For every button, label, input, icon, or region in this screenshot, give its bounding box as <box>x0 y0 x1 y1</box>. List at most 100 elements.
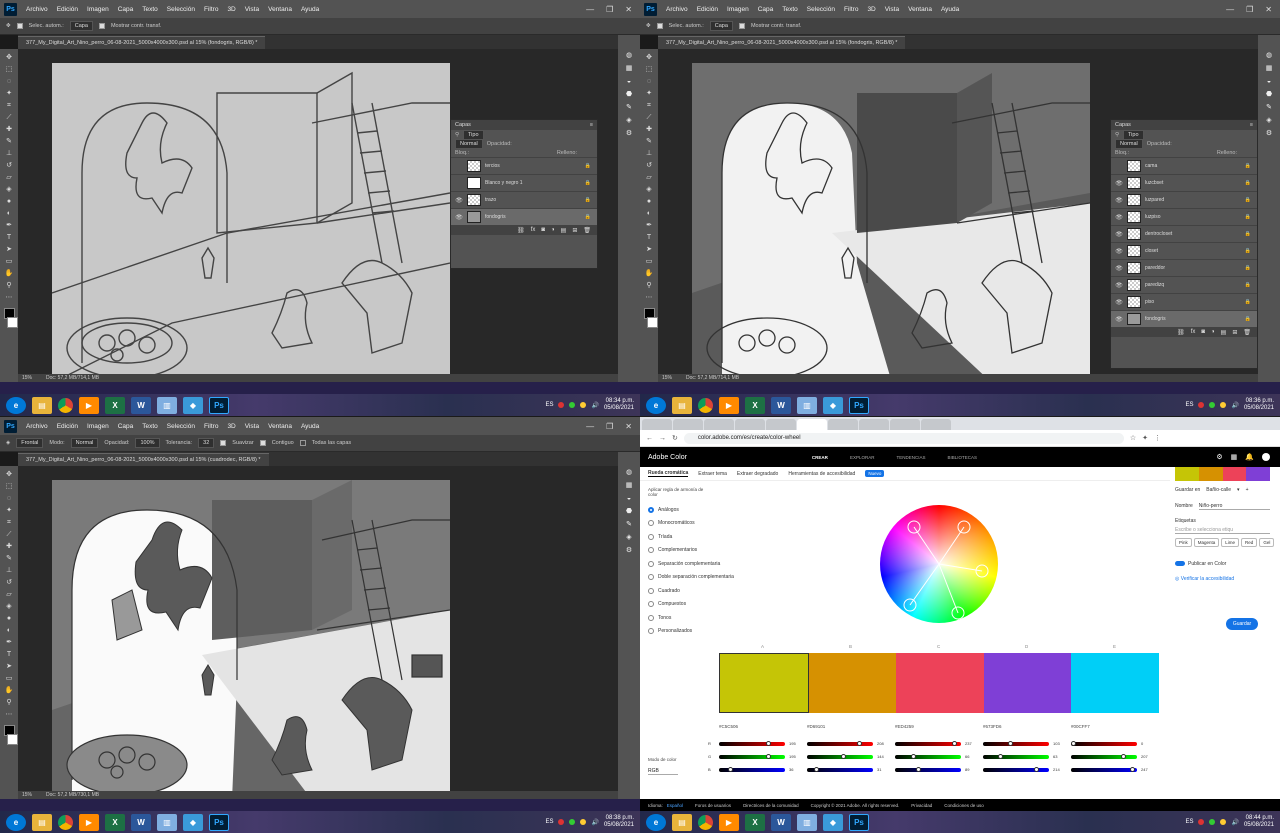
app-icon[interactable]: ◆ <box>823 813 843 831</box>
radio-button[interactable] <box>648 533 654 540</box>
media-icon[interactable]: ▶ <box>79 396 99 414</box>
slider-knob[interactable] <box>1034 767 1040 772</box>
lasso-icon[interactable]: ◌ <box>5 494 14 503</box>
transform-checkbox[interactable] <box>98 23 105 29</box>
menu-imagen[interactable]: Imagen <box>87 423 109 430</box>
site-name[interactable]: Adobe Color <box>648 454 687 461</box>
nav-tendencias[interactable]: TENDENCIAS <box>896 455 925 460</box>
eye-icon[interactable]: 👁 <box>1115 248 1123 255</box>
shape-icon[interactable]: ▭ <box>645 257 654 266</box>
settings-icon[interactable]: ⚙ <box>1216 453 1222 461</box>
avatar[interactable] <box>1262 453 1270 461</box>
slider-knob[interactable] <box>841 754 847 759</box>
folder-icon[interactable]: ▤ <box>1221 329 1227 336</box>
browser-tab[interactable] <box>642 419 672 430</box>
slider-knob[interactable] <box>814 767 820 772</box>
maximize-icon[interactable]: ❐ <box>606 5 613 14</box>
folder-icon[interactable]: ▤ <box>561 227 567 234</box>
tag-chip[interactable]: Lime <box>1221 538 1240 547</box>
mask-icon[interactable]: ◙ <box>1201 329 1205 335</box>
wand-icon[interactable]: ✦ <box>5 506 14 515</box>
dodge-icon[interactable]: ◐ <box>5 209 14 218</box>
menu-3d[interactable]: 3D <box>227 6 235 13</box>
move-icon[interactable]: ✥ <box>5 53 14 62</box>
dodge-icon[interactable]: ◐ <box>5 626 14 635</box>
hex-value[interactable]: #ED4259 <box>895 724 914 729</box>
brushes-panel-icon[interactable]: ✎ <box>625 103 634 112</box>
radio-button[interactable] <box>648 547 654 554</box>
footer-terms[interactable]: Condiciones de uso <box>944 803 984 808</box>
radio-button[interactable] <box>648 520 654 527</box>
color-panel-icon[interactable]: ◍ <box>625 51 634 60</box>
adjustment-icon[interactable]: ◑ <box>1211 329 1215 335</box>
wand-icon[interactable]: ✦ <box>645 89 654 98</box>
document-tab[interactable]: 377_My_Digital_Art_Nino_perro_06-08-2021… <box>658 36 906 49</box>
media-icon[interactable]: ▶ <box>719 396 739 414</box>
zoom-icon[interactable]: ⚲ <box>5 281 14 290</box>
tag-chip[interactable]: Red <box>1241 538 1258 547</box>
all-layers-checkbox[interactable] <box>299 440 306 446</box>
nav-explorar[interactable]: EXPLORAR <box>850 455 875 460</box>
rgb-slider[interactable] <box>807 754 873 759</box>
canvas[interactable] <box>52 480 450 800</box>
menu-edicion[interactable]: Edición <box>57 423 78 430</box>
slider-knob[interactable] <box>1130 767 1136 772</box>
close-icon[interactable]: ✕ <box>1265 5 1272 14</box>
explorer-icon[interactable]: ▤ <box>32 813 52 831</box>
radio-button[interactable] <box>648 628 654 635</box>
menu-archivo[interactable]: Archivo <box>26 423 48 430</box>
harmony-option[interactable]: Doble separación complementaria <box>648 571 738 585</box>
background-color[interactable] <box>6 734 18 745</box>
eyedropper-icon[interactable]: ⟋ <box>645 113 654 122</box>
color-wheel[interactable] <box>880 505 998 623</box>
menu-vista[interactable]: Vista <box>245 6 259 13</box>
eye-icon[interactable]: 👁 <box>1115 231 1123 238</box>
hand-icon[interactable]: ✋ <box>5 686 14 695</box>
word-icon[interactable]: W <box>771 396 791 414</box>
brush-icon[interactable]: ✎ <box>5 137 14 146</box>
nav-crear[interactable]: CREAR <box>812 455 828 460</box>
harmony-option[interactable]: Tríada <box>648 530 738 544</box>
maximize-icon[interactable]: ❐ <box>1246 5 1253 14</box>
tag-chip[interactable]: Magenta <box>1193 538 1220 547</box>
tray-icon[interactable] <box>558 402 565 408</box>
menu-ayuda[interactable]: Ayuda <box>301 6 319 13</box>
menu-texto[interactable]: Texto <box>142 423 158 430</box>
volume-icon[interactable]: 🔊 <box>1231 402 1238 409</box>
heal-icon[interactable]: ✚ <box>5 125 14 134</box>
menu-imagen[interactable]: Imagen <box>727 6 749 13</box>
ie-icon[interactable]: e <box>646 813 666 831</box>
clock[interactable]: 08:44 p.m. 05/08/2021 <box>1244 815 1274 829</box>
menu-3d[interactable]: 3D <box>227 423 235 430</box>
browser-tab[interactable] <box>735 419 765 430</box>
url-field[interactable]: color.adobe.com/es/create/color-wheel <box>683 432 1124 444</box>
menu-texto[interactable]: Texto <box>142 6 158 13</box>
rgb-slider[interactable] <box>1071 767 1137 772</box>
volume-icon[interactable]: 🔊 <box>1231 819 1238 826</box>
harmony-option[interactable]: Compuestos <box>648 598 738 612</box>
app-icon[interactable]: ◆ <box>183 813 203 831</box>
harmony-option[interactable]: Análogos <box>648 503 738 517</box>
dodge-icon[interactable]: ◐ <box>645 209 654 218</box>
rgb-slider[interactable] <box>1071 754 1137 759</box>
type-icon[interactable]: T <box>645 233 654 242</box>
mask-icon[interactable]: ◙ <box>541 227 545 233</box>
layer-row[interactable]: 👁 trazo 🔒 <box>451 191 597 208</box>
footer-privacy[interactable]: Privacidad <box>911 803 932 808</box>
rgb-slider[interactable] <box>895 741 961 746</box>
path-select-icon[interactable]: ➤ <box>645 245 654 254</box>
chrome-icon[interactable] <box>698 814 713 830</box>
close-icon[interactable]: ✕ <box>625 5 632 14</box>
blend-select[interactable]: Normal <box>455 138 483 149</box>
extensions-icon[interactable]: ✦ <box>1142 434 1148 442</box>
excel-icon[interactable]: X <box>745 396 765 414</box>
adjust-panel-icon[interactable]: ◒ <box>625 77 634 86</box>
crop-icon[interactable]: ⌗ <box>5 518 14 527</box>
slider-knob[interactable] <box>765 754 771 759</box>
ie-icon[interactable]: e <box>6 396 26 414</box>
menu-vista[interactable]: Vista <box>245 423 259 430</box>
notepad-icon[interactable]: ▥ <box>157 396 177 414</box>
radio-button[interactable] <box>648 574 654 581</box>
plus-icon[interactable]: + <box>1246 487 1249 493</box>
media-icon[interactable]: ▶ <box>79 813 99 831</box>
